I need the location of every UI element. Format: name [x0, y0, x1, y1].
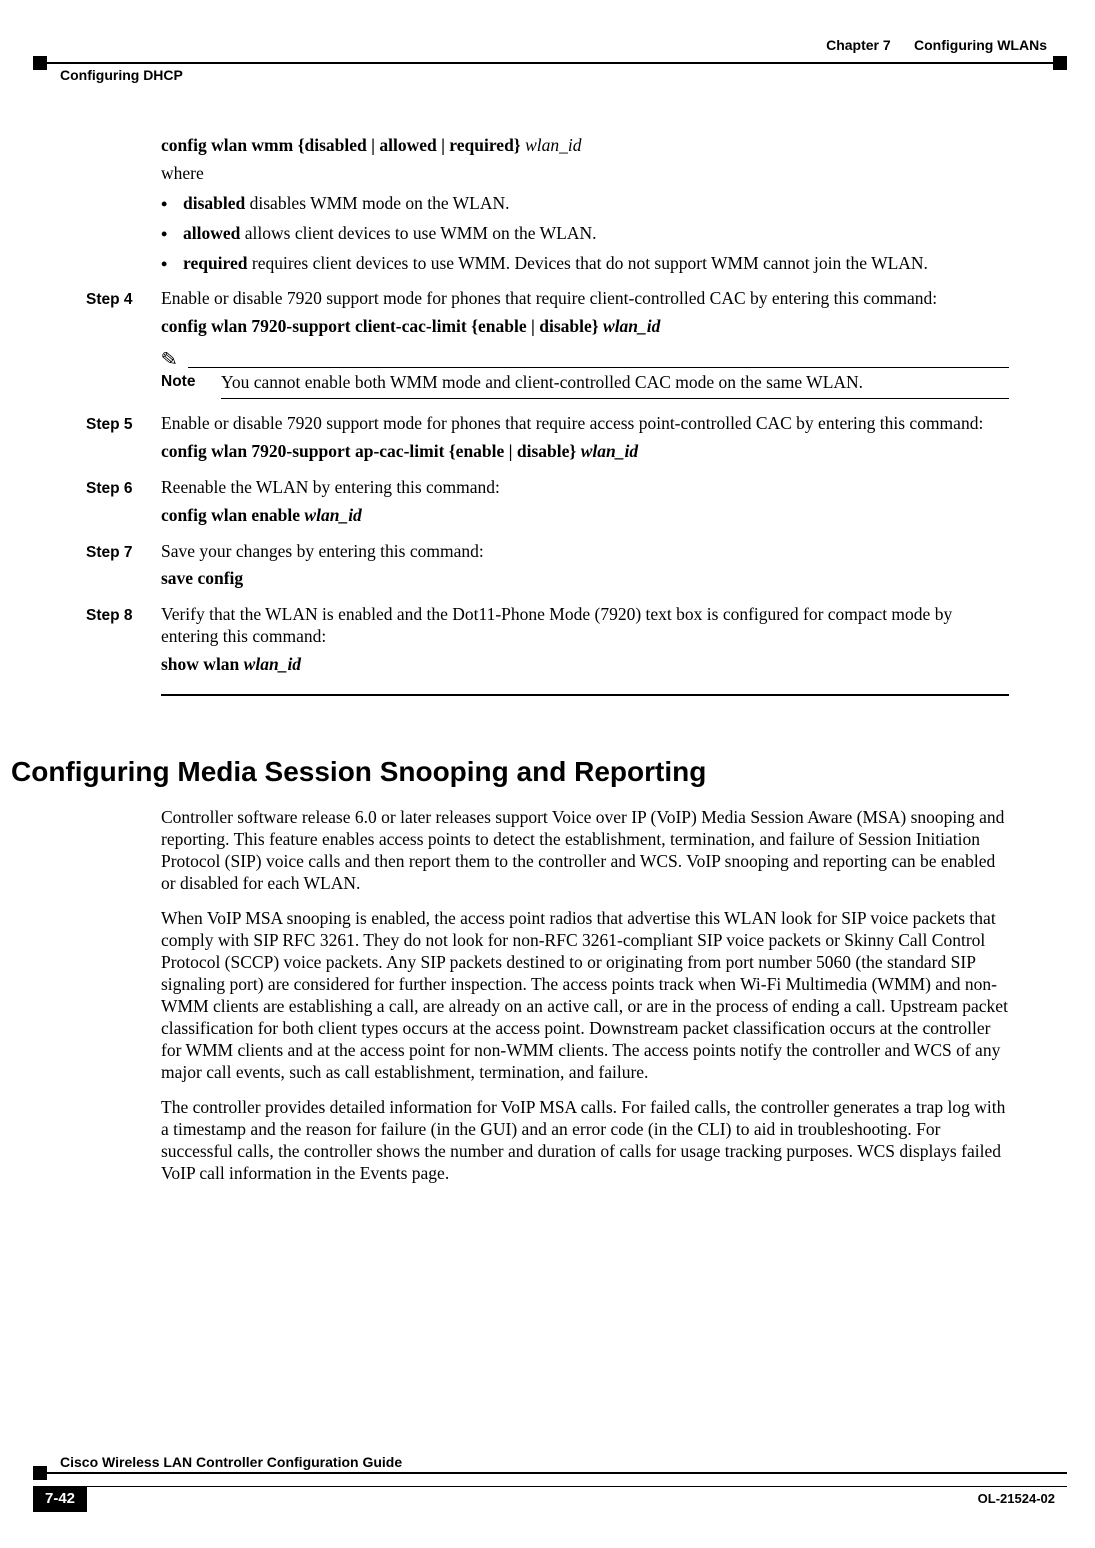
- step-4: Step 4 Enable or disable 7920 support mo…: [86, 288, 1009, 338]
- page: Chapter 7 Configuring WLANs Configuring …: [0, 0, 1095, 1548]
- paragraph-2: When VoIP MSA snooping is enabled, the a…: [161, 908, 1009, 1083]
- header-marker-left: [33, 56, 47, 70]
- paragraph-1: Controller software release 6.0 or later…: [161, 807, 1009, 895]
- step-7-text: Save your changes by entering this comma…: [161, 541, 484, 561]
- note-icon: ✎: [160, 349, 178, 370]
- step-5-text: Enable or disable 7920 support mode for …: [161, 413, 983, 433]
- step-7-cmd-name: save config: [161, 568, 243, 588]
- step-8-cmd-arg: wlan_id: [244, 654, 301, 674]
- step-6-cmd-arg: wlan_id: [304, 505, 361, 525]
- bullet-allowed-key: allowed: [183, 223, 240, 243]
- paragraph-3: The controller provides detailed informa…: [161, 1097, 1009, 1185]
- footer-guide-title: Cisco Wireless LAN Controller Configurat…: [60, 1454, 402, 1470]
- cmd-wmm-opts: {disabled | allowed | required}: [293, 135, 525, 155]
- step-6-command: config wlan enable wlan_id: [161, 505, 1009, 527]
- header-rule: [33, 62, 1067, 64]
- footer-page-number: 7-42: [33, 1486, 87, 1512]
- bullet-required-key: required: [183, 253, 248, 273]
- cmd-wmm-arg: wlan_id: [525, 135, 581, 155]
- cmd-wmm-name: config wlan wmm: [161, 135, 293, 155]
- footer-rule: [33, 1472, 1067, 1474]
- step-4-command: config wlan 7920-support client-cac-limi…: [161, 316, 1009, 338]
- note-block: ✎ Note You cannot enable both WMM mode a…: [161, 350, 1009, 399]
- step-4-body: Enable or disable 7920 support mode for …: [161, 288, 1009, 338]
- wmm-bullets: disabled disables WMM mode on the WLAN. …: [161, 193, 1009, 275]
- step-6-label: Step 6: [86, 477, 161, 527]
- step-5-label: Step 5: [86, 413, 161, 463]
- step-7-label: Step 7: [86, 541, 161, 591]
- step-8-cmd-name: show wlan: [161, 654, 244, 674]
- procedure-end-rule: [161, 694, 1009, 696]
- note-text: You cannot enable both WMM mode and clie…: [221, 372, 1009, 394]
- bullet-allowed-text: allows client devices to use WMM on the …: [240, 223, 596, 243]
- header-chapter: Chapter 7 Configuring WLANs: [826, 37, 1047, 53]
- footer-marker: [33, 1466, 47, 1480]
- step-6-cmd-name: config wlan enable: [161, 505, 304, 525]
- step-5-command: config wlan 7920-support ap-cac-limit {e…: [161, 441, 1009, 463]
- note-label: Note: [161, 372, 221, 394]
- step-6: Step 6 Reenable the WLAN by entering thi…: [86, 477, 1009, 527]
- bullet-allowed: allowed allows client devices to use WMM…: [161, 223, 1009, 245]
- footer-doc-id: OL-21524-02: [978, 1491, 1055, 1506]
- section-body: Controller software release 6.0 or later…: [161, 807, 1009, 1185]
- step-7-body: Save your changes by entering this comma…: [161, 541, 1009, 591]
- step-8-command: show wlan wlan_id: [161, 654, 1009, 676]
- where-label: where: [161, 163, 1009, 185]
- heading-media-session: Configuring Media Session Snooping and R…: [11, 754, 1009, 789]
- step-4-cmd-arg: wlan_id: [603, 316, 660, 336]
- step-6-text: Reenable the WLAN by entering this comma…: [161, 477, 500, 497]
- content-body: config wlan wmm {disabled | allowed | re…: [86, 135, 1009, 1199]
- step-7-command: save config: [161, 568, 1009, 590]
- step-8-text: Verify that the WLAN is enabled and the …: [161, 604, 952, 646]
- footer-thin-rule: [87, 1486, 1067, 1487]
- header-section: Configuring DHCP: [60, 67, 183, 83]
- step-5-cmd-name: config wlan 7920-support ap-cac-limit: [161, 441, 444, 461]
- note-rule-bottom: [221, 398, 1009, 399]
- step-4-cmd-name: config wlan 7920-support client-cac-limi…: [161, 316, 467, 336]
- bullet-disabled-text: disables WMM mode on the WLAN.: [245, 193, 509, 213]
- header-marker-right: [1053, 56, 1067, 70]
- note-rule-top: [188, 367, 1009, 368]
- step-8-label: Step 8: [86, 604, 161, 676]
- bullet-disabled-key: disabled: [183, 193, 245, 213]
- step-8-body: Verify that the WLAN is enabled and the …: [161, 604, 1009, 676]
- command-wmm: config wlan wmm {disabled | allowed | re…: [161, 135, 1009, 157]
- step-5-cmd-opts: {enable | disable}: [444, 441, 580, 461]
- bullet-required: required requires client devices to use …: [161, 253, 1009, 275]
- step-7: Step 7 Save your changes by entering thi…: [86, 541, 1009, 591]
- step-5: Step 5 Enable or disable 7920 support mo…: [86, 413, 1009, 463]
- bullet-required-text: requires client devices to use WMM. Devi…: [248, 253, 928, 273]
- step-4-label: Step 4: [86, 288, 161, 338]
- step-5-cmd-arg: wlan_id: [581, 441, 638, 461]
- step-4-text: Enable or disable 7920 support mode for …: [161, 288, 937, 308]
- bullet-disabled: disabled disables WMM mode on the WLAN.: [161, 193, 1009, 215]
- step-4-cmd-opts: {enable | disable}: [467, 316, 603, 336]
- step-5-body: Enable or disable 7920 support mode for …: [161, 413, 1009, 463]
- step-8: Step 8 Verify that the WLAN is enabled a…: [86, 604, 1009, 676]
- step-6-body: Reenable the WLAN by entering this comma…: [161, 477, 1009, 527]
